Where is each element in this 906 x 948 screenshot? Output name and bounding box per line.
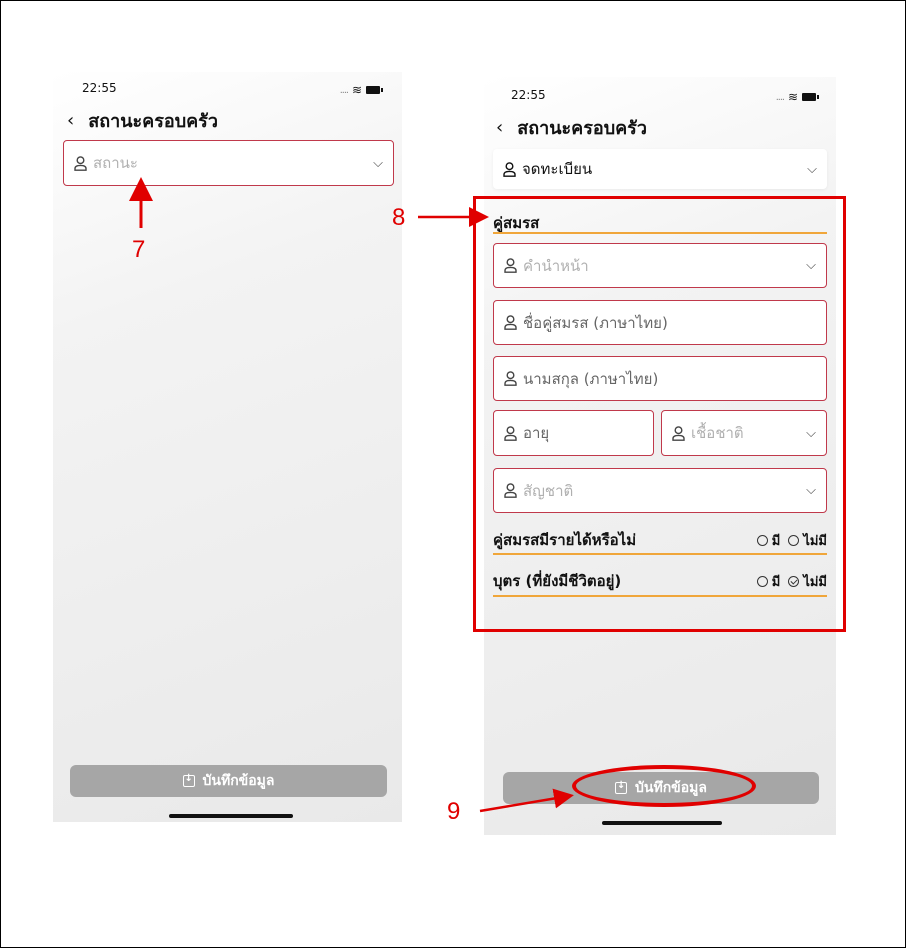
arrow-9 [479,788,574,813]
annotation-label-8: 8 [392,204,406,231]
annotation-label-7: 7 [132,236,146,263]
annotation-label-9: 9 [447,798,461,825]
